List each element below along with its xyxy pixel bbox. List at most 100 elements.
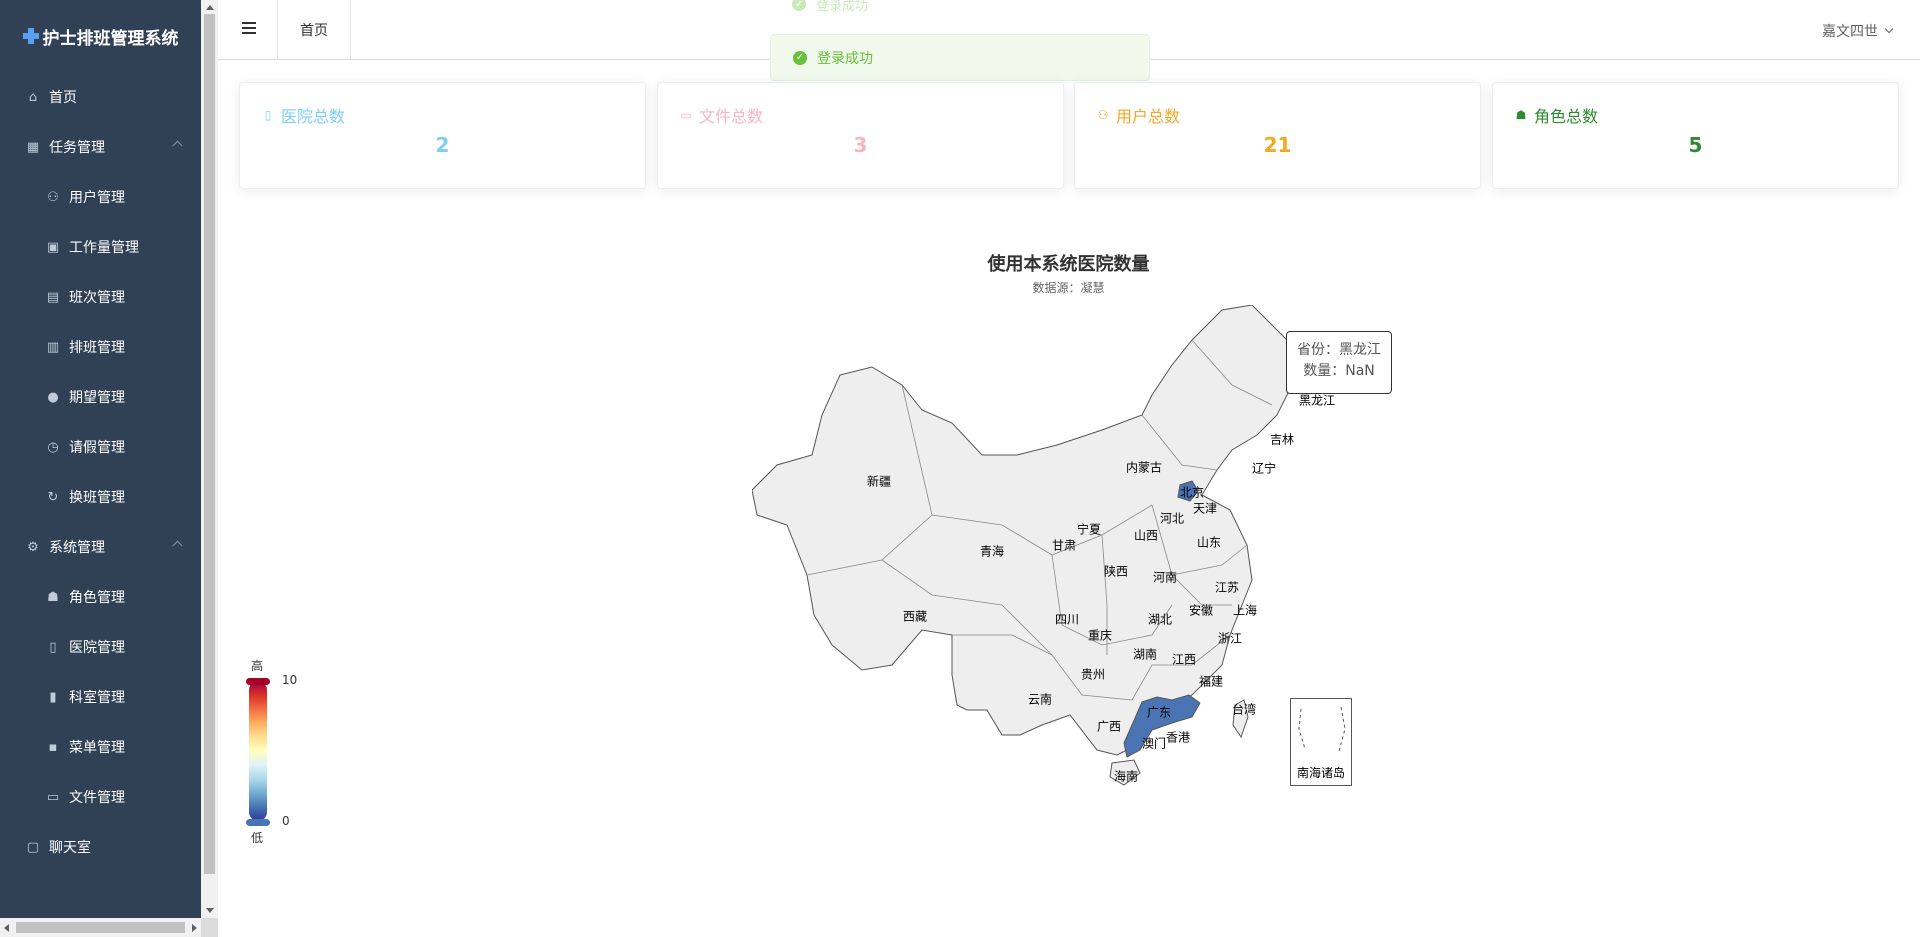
sidebar-item-expectations[interactable]: ● 期望管理 — [0, 372, 201, 422]
sidebar-item-label: 换班管理 — [69, 490, 125, 506]
scroll-up-icon[interactable] — [206, 5, 214, 10]
legend-gradient-bar[interactable] — [249, 681, 267, 821]
province-label: 上海 — [1232, 603, 1258, 618]
scroll-left-icon[interactable] — [4, 924, 9, 932]
visual-map-legend[interactable]: 高 10 0 低 — [244, 657, 304, 845]
sidebar-item-files[interactable]: ▭ 文件管理 — [0, 772, 201, 822]
sidebar-item-label: 首页 — [49, 90, 77, 106]
check-circle-icon: ✓ — [792, 0, 806, 11]
sidebar-item-schedule[interactable]: ▥ 排班管理 — [0, 322, 201, 372]
legend-min-value: 0 — [282, 814, 290, 828]
sidebar-item-shift-swap[interactable]: ↻ 换班管理 — [0, 472, 201, 522]
check-circle-icon: ✓ — [793, 50, 807, 65]
sidebar-item-system[interactable]: ⚙ 系统管理 — [0, 522, 201, 572]
province-label: 湖北 — [1147, 612, 1173, 627]
sidebar-item-label: 医院管理 — [69, 640, 125, 656]
legend-handle-bottom[interactable] — [246, 819, 270, 826]
card-label: ☗ 角色总数 — [1514, 103, 1598, 127]
province-label: 青海 — [979, 544, 1005, 559]
chevron-up-icon — [172, 140, 183, 151]
card-label: ▭ 文件总数 — [679, 103, 763, 127]
province-label: 黑龙江 — [1298, 393, 1336, 408]
suitcase-icon: ▭ — [46, 789, 60, 805]
sidebar-vertical-scrollbar[interactable] — [201, 0, 218, 918]
legend-high-label: 高 — [251, 659, 264, 673]
tab-home[interactable]: 首页 — [277, 0, 351, 60]
province-label: 甘肃 — [1051, 538, 1077, 553]
sidebar-item-label: 系统管理 — [49, 540, 105, 556]
sidebar-item-label: 排班管理 — [69, 340, 125, 356]
sidebar-item-tasks[interactable]: ▦ 任务管理 — [0, 122, 201, 172]
chart-subtitle: 数据源：凝慧 — [1032, 281, 1105, 295]
app-logo[interactable]: 护士排班管理系统 — [0, 0, 201, 72]
toast-message-fading: ✓ 登录成功 — [770, 0, 1150, 14]
nanhai-islands-svg — [1298, 706, 1346, 752]
province-label: 吉林 — [1269, 432, 1295, 447]
card-value: 2 — [435, 133, 450, 157]
province-label: 陕西 — [1103, 564, 1129, 579]
card-label-text: 文件总数 — [699, 107, 764, 126]
sidebar-item-menus[interactable]: ▪ 菜单管理 — [0, 722, 201, 772]
sidebar-item-label: 用户管理 — [69, 190, 125, 206]
hamburger-icon[interactable] — [242, 22, 256, 36]
province-label: 江西 — [1171, 652, 1197, 667]
card-label-text: 医院总数 — [281, 107, 346, 126]
chevron-up-icon — [172, 540, 183, 551]
province-label: 浙江 — [1217, 631, 1243, 646]
province-label: 云南 — [1027, 692, 1053, 707]
legend-max-value: 10 — [282, 673, 298, 687]
sidebar-item-roles[interactable]: ☗ 角色管理 — [0, 572, 201, 622]
card-label-text: 用户总数 — [1116, 107, 1181, 126]
grid-icon: ▦ — [26, 139, 40, 155]
suitcase-icon: ▭ — [680, 108, 692, 122]
legend-handle-top[interactable] — [246, 678, 270, 685]
scrollbar-thumb[interactable] — [16, 922, 185, 933]
card-label: ⚇ 用户总数 — [1096, 103, 1180, 127]
legend-low-label: 低 — [251, 831, 264, 845]
sidebar-item-chat[interactable]: ▢ 聊天室 — [0, 822, 201, 872]
province-label: 广东 — [1146, 705, 1172, 720]
province-label: 河北 — [1159, 511, 1185, 526]
province-label: 山西 — [1133, 528, 1159, 543]
sidebar-item-label: 菜单管理 — [69, 740, 125, 756]
scrollbar-thumb[interactable] — [204, 14, 215, 874]
sidebar-item-users[interactable]: ⚇ 用户管理 — [0, 172, 201, 222]
card-label: ▯ 医院总数 — [261, 103, 345, 127]
province-label: 广西 — [1096, 719, 1122, 734]
scroll-down-icon[interactable] — [206, 908, 214, 913]
clock-icon: ◷ — [47, 439, 59, 455]
user-icon: ⚇ — [1097, 108, 1109, 122]
toast-message: ✓ 登录成功 — [770, 34, 1150, 81]
stat-card-hospitals: ▯ 医院总数 2 — [239, 82, 646, 189]
map-tooltip: 省份：黑龙江 数量：NaN — [1286, 331, 1392, 394]
province-label: 新疆 — [866, 474, 892, 489]
app-title: 护士排班管理系统 — [42, 28, 179, 49]
province-label: 西藏 — [902, 609, 928, 624]
province-label: 宁夏 — [1076, 522, 1102, 537]
sidebar-item-hospitals[interactable]: ▯ 医院管理 — [0, 622, 201, 672]
sidebar-item-home[interactable]: ⌂ 首页 — [0, 72, 201, 122]
sidebar-horizontal-scrollbar[interactable] — [0, 918, 201, 937]
sidebar-menu: 护士排班管理系统 ⌂ 首页 ▦ 任务管理 ⚇ 用户管理 ▣ 工作量管理 ▤ 班次 — [0, 0, 201, 918]
building-icon: ▯ — [49, 639, 57, 655]
province-label: 贵州 — [1080, 667, 1106, 682]
sidebar-item-label: 期望管理 — [69, 390, 125, 406]
chart-title: 使用本系统医院数量 — [987, 254, 1150, 275]
scroll-right-icon[interactable] — [192, 924, 197, 932]
building-icon: ▯ — [264, 108, 272, 122]
balloon-icon: ● — [47, 389, 59, 405]
sidebar-item-leave[interactable]: ◷ 请假管理 — [0, 422, 201, 472]
sidebar-item-label: 角色管理 — [69, 590, 125, 606]
user-dropdown[interactable]: 嘉文四世 — [1822, 21, 1894, 41]
card-value: 21 — [1263, 133, 1292, 157]
province-label: 河南 — [1152, 570, 1178, 585]
sidebar-item-departments[interactable]: ▮ 科室管理 — [0, 672, 201, 722]
stat-card-users: ⚇ 用户总数 21 — [1074, 82, 1481, 189]
stat-card-roles: ☗ 角色总数 5 — [1492, 82, 1899, 189]
province-label: 香港 — [1165, 730, 1191, 745]
menu-grid-icon: ▪ — [48, 739, 58, 755]
office-icon: ▮ — [49, 689, 57, 705]
stat-card-files: ▭ 文件总数 3 — [657, 82, 1064, 189]
province-label: 海南 — [1113, 769, 1139, 784]
sidebar: 护士排班管理系统 ⌂ 首页 ▦ 任务管理 ⚇ 用户管理 ▣ 工作量管理 ▤ 班次 — [0, 0, 201, 937]
